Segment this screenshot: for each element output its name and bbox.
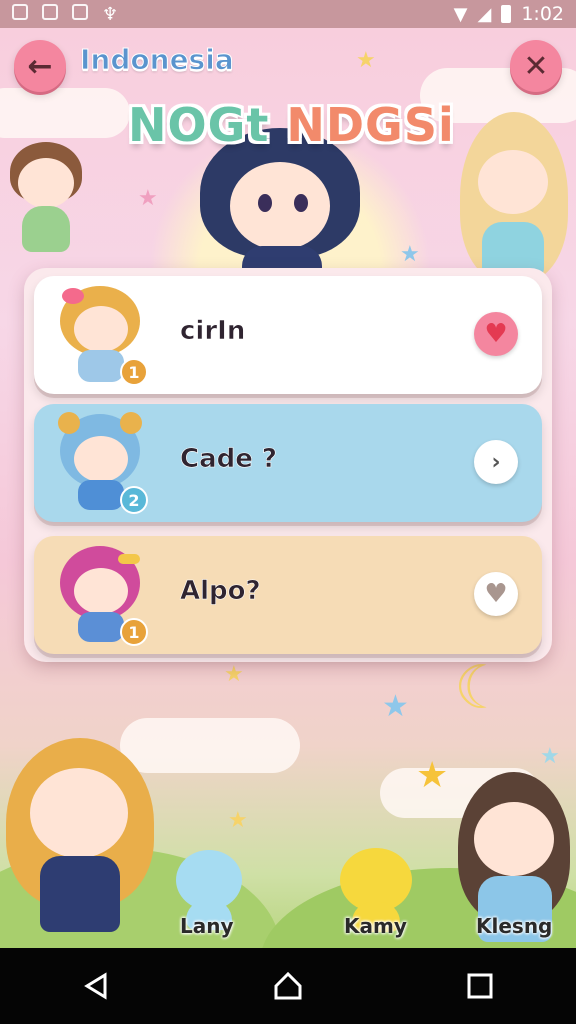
close-icon: ✕ — [523, 48, 549, 84]
rank-badge: 2 — [120, 486, 148, 514]
pet-label: Kamy — [344, 914, 407, 938]
notification-icon — [12, 3, 28, 20]
battery-icon — [501, 5, 512, 23]
character-girl-top-right — [456, 112, 572, 292]
like-button[interactable]: ♥ — [474, 572, 518, 616]
game-logo: NOGt NDGSi — [128, 98, 455, 152]
image-icon — [42, 3, 58, 20]
player-name: Cade ? — [180, 444, 278, 475]
character-girl-bottom-left — [0, 728, 160, 938]
rank-badge: 1 — [120, 618, 148, 646]
player-name: Alpo? — [180, 576, 261, 607]
region-title: Indonesia — [80, 43, 235, 77]
pet-label: Lany — [180, 914, 234, 938]
open-button[interactable]: › — [474, 440, 518, 484]
system-nav-bar — [0, 948, 576, 1024]
status-time: 1:02 — [521, 3, 564, 25]
logo-part-1: NOGt — [128, 98, 287, 152]
home-icon — [274, 971, 302, 1000]
pet-label: Klesng — [476, 914, 553, 938]
arrow-left-icon: ← — [27, 48, 53, 84]
media-icon — [72, 3, 88, 20]
heart-filled-icon: ♥ — [484, 319, 508, 349]
player-card[interactable]: 2 Cade ? › — [34, 404, 542, 522]
status-bar: ♆ ▼ ◢ 1:02 — [0, 0, 576, 28]
triangle-back-icon — [84, 972, 107, 1000]
character-girl-top-left — [4, 136, 90, 256]
chevron-right-icon: › — [491, 449, 501, 475]
nav-recents-button[interactable] — [440, 956, 520, 1016]
player-card[interactable]: 1 cirIn ♥ — [34, 276, 542, 394]
player-card[interactable]: 1 Alpo? ♥ — [34, 536, 542, 654]
signal-icon: ◢ — [477, 3, 492, 25]
back-button[interactable]: ← — [14, 40, 66, 92]
wifi-icon: ▼ — [453, 3, 468, 25]
rank-badge: 1 — [120, 358, 148, 386]
logo-part-2: NDGSi — [286, 98, 455, 152]
nav-back-button[interactable] — [56, 956, 136, 1016]
trophy-icon: ♆ — [102, 3, 119, 25]
nav-home-button[interactable] — [248, 956, 328, 1016]
player-name: cirIn — [180, 316, 246, 347]
heart-outline-icon: ♥ — [484, 579, 508, 609]
character-girl-center — [190, 128, 370, 288]
square-recents-icon — [467, 973, 493, 999]
close-button[interactable]: ✕ — [510, 40, 562, 92]
like-button[interactable]: ♥ — [474, 312, 518, 356]
